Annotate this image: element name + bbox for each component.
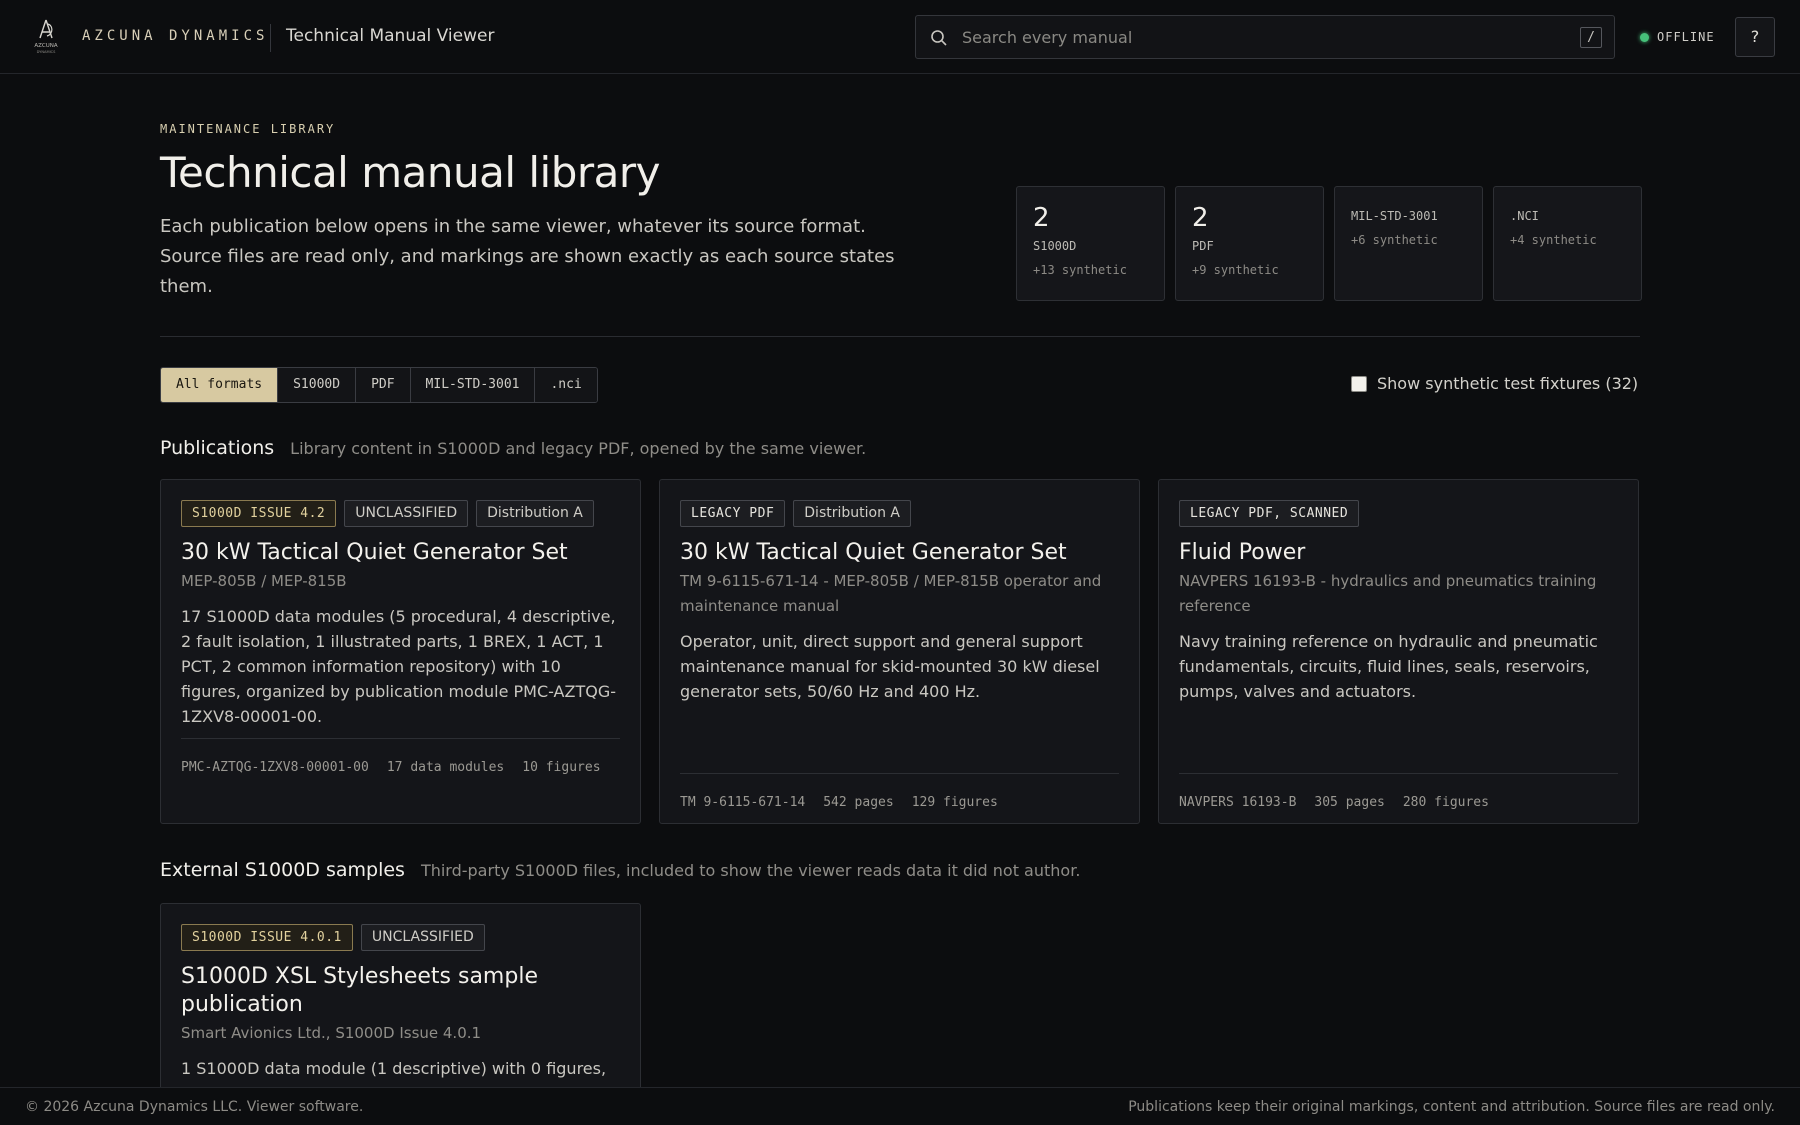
- filter-nci[interactable]: .nci: [535, 368, 597, 402]
- search-shortcut-hint: /: [1580, 27, 1602, 48]
- stat-card-nci: .NCI +4 synthetic: [1493, 186, 1642, 301]
- synthetic-fixtures-checkbox[interactable]: [1351, 375, 1367, 392]
- format-filter-group: All formats S1000D PDF MIL-STD-3001 .nci: [160, 367, 598, 403]
- card-meta: TM 9-6115-671-14 542 pages 129 figures: [680, 773, 1119, 820]
- stat-synthetic: +6 synthetic: [1351, 233, 1438, 247]
- classification-badge: UNCLASSIFIED: [360, 924, 485, 951]
- card-description: Navy training reference on hydraulic and…: [1179, 632, 1598, 701]
- stat-format: MIL-STD-3001: [1351, 209, 1438, 223]
- meta-figure-count: 10 figures: [522, 760, 601, 775]
- card-subtitle: Smart Avionics Ltd., S1000D Issue 4.0.1: [181, 1024, 482, 1042]
- azcuna-logo-icon[interactable]: AZCUNA DYNAMICS: [30, 18, 62, 56]
- stat-synthetic: +13 synthetic: [1033, 263, 1127, 277]
- search-input[interactable]: [962, 22, 1562, 52]
- section-description: Library content in S1000D and legacy PDF…: [290, 439, 867, 458]
- footer: © 2026 Azcuna Dynamics LLC. Viewer softw…: [0, 1087, 1800, 1125]
- meta-figure-count: 280 figures: [1402, 795, 1489, 810]
- card-title: S1000D XSL Stylesheets sample publicatio…: [181, 964, 538, 1017]
- search-box[interactable]: /: [915, 15, 1615, 59]
- card-subtitle: NAVPERS 16193-B - hydraulics and pneumat…: [1179, 572, 1597, 615]
- stat-card-s1000d: 2 S1000D +13 synthetic: [1016, 186, 1165, 301]
- stat-card-pdf: 2 PDF +9 synthetic: [1175, 186, 1324, 301]
- filter-mil-std-3001[interactable]: MIL-STD-3001: [410, 368, 536, 402]
- distribution-badge: Distribution A: [793, 500, 911, 527]
- footer-notice: Publications keep their original marking…: [1128, 1099, 1775, 1115]
- publications-heading: Publications Library content in S1000D a…: [160, 437, 866, 459]
- help-button[interactable]: ?: [1735, 17, 1775, 57]
- section-title: Publications: [160, 437, 275, 459]
- card-description: 17 S1000D data modules (5 procedural, 4 …: [181, 607, 616, 726]
- stat-card-mil-std-3001: MIL-STD-3001 +6 synthetic: [1334, 186, 1483, 301]
- card-title: 30 kW Tactical Quiet Generator Set: [680, 540, 1067, 565]
- distribution-badge: Distribution A: [476, 500, 594, 527]
- page-description: Each publication below opens in the same…: [160, 216, 895, 297]
- app-title: Technical Manual Viewer: [286, 26, 495, 46]
- section-description: Third-party S1000D files, included to sh…: [420, 861, 1081, 880]
- search-icon: [931, 30, 947, 46]
- card-subtitle: MEP-805B / MEP-815B: [181, 572, 347, 590]
- stat-synthetic: +4 synthetic: [1510, 233, 1597, 247]
- meta-page-count: 305 pages: [1314, 795, 1385, 810]
- stat-format: PDF: [1192, 239, 1214, 253]
- svg-text:AZCUNA: AZCUNA: [34, 43, 58, 49]
- external-samples-heading: External S1000D samples Third-party S100…: [160, 859, 1080, 881]
- stat-format: .NCI: [1510, 209, 1539, 223]
- top-bar: AZCUNA DYNAMICS AZCUNA DYNAMICS Technica…: [0, 0, 1800, 74]
- meta-page-count: 542 pages: [823, 795, 894, 810]
- card-description: Operator, unit, direct support and gener…: [680, 632, 1100, 701]
- brand-divider: [270, 24, 271, 52]
- status-label: OFFLINE: [1657, 30, 1715, 44]
- filter-all-formats[interactable]: All formats: [161, 368, 279, 402]
- brand-name: AZCUNA DYNAMICS: [82, 28, 269, 44]
- meta-identifier: NAVPERS 16193-B: [1179, 795, 1297, 810]
- meta-identifier: TM 9-6115-671-14: [680, 795, 806, 810]
- footer-copyright: © 2026 Azcuna Dynamics LLC. Viewer softw…: [25, 1099, 364, 1115]
- publication-card[interactable]: S1000D ISSUE 4.2 UNCLASSIFIED Distributi…: [160, 479, 641, 824]
- format-badge: LEGACY PDF, SCANNED: [1179, 500, 1360, 527]
- card-title: Fluid Power: [1179, 540, 1306, 565]
- card-meta: PMC-AZTQG-1ZXV8-00001-00 17 data modules…: [181, 738, 620, 785]
- stat-count: 2: [1033, 203, 1050, 233]
- filter-pdf[interactable]: PDF: [356, 368, 411, 402]
- section-divider: [160, 336, 1640, 337]
- format-badge: S1000D ISSUE 4.2: [181, 500, 337, 527]
- section-title: External S1000D samples: [160, 859, 405, 881]
- synthetic-fixtures-label: Show synthetic test fixtures (32): [1377, 374, 1639, 393]
- stat-count: 2: [1192, 203, 1209, 233]
- page-title: Technical manual library: [160, 148, 660, 197]
- publication-card[interactable]: LEGACY PDF, SCANNED Fluid Power NAVPERS …: [1158, 479, 1639, 824]
- synthetic-fixtures-toggle[interactable]: Show synthetic test fixtures (32): [1351, 374, 1638, 393]
- card-title: 30 kW Tactical Quiet Generator Set: [181, 540, 568, 565]
- eyebrow-label: MAINTENANCE LIBRARY: [160, 122, 336, 136]
- meta-module-count: 17 data modules: [386, 760, 505, 775]
- stat-synthetic: +9 synthetic: [1192, 263, 1279, 277]
- publication-card[interactable]: LEGACY PDF Distribution A 30 kW Tactical…: [659, 479, 1140, 824]
- status-dot-icon: [1640, 32, 1649, 42]
- svg-text:DYNAMICS: DYNAMICS: [37, 50, 57, 54]
- format-badge: S1000D ISSUE 4.0.1: [181, 924, 353, 951]
- card-meta: NAVPERS 16193-B 305 pages 280 figures: [1179, 773, 1618, 820]
- classification-badge: UNCLASSIFIED: [344, 500, 469, 527]
- stat-format: S1000D: [1033, 239, 1077, 253]
- meta-figure-count: 129 figures: [911, 795, 998, 810]
- meta-identifier: PMC-AZTQG-1ZXV8-00001-00: [181, 760, 369, 775]
- format-badge: LEGACY PDF: [680, 500, 786, 527]
- connection-status: OFFLINE: [1640, 30, 1715, 44]
- format-stats: 2 S1000D +13 synthetic 2 PDF +9 syntheti…: [1016, 186, 1642, 301]
- filter-s1000d[interactable]: S1000D: [278, 368, 357, 402]
- card-subtitle: TM 9-6115-671-14 - MEP-805B / MEP-815B o…: [680, 572, 1102, 615]
